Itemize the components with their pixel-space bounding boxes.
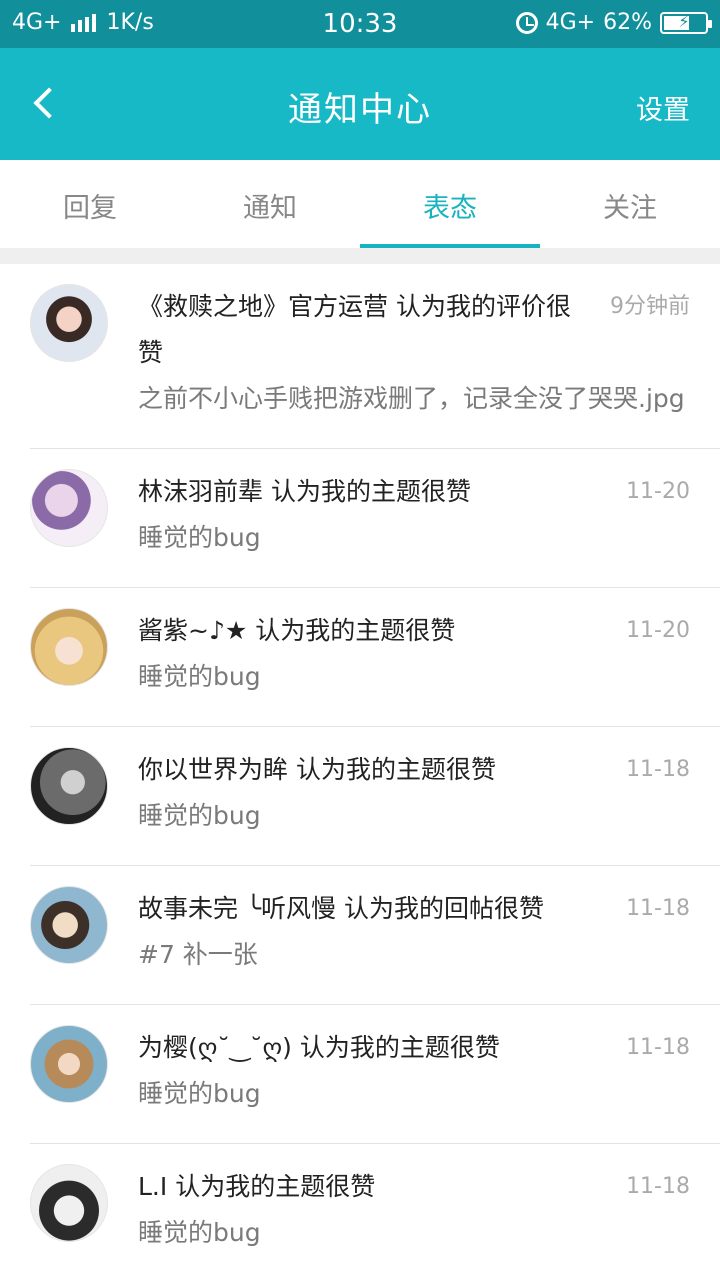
settings-button[interactable]: 设置 [636, 88, 690, 127]
notification-subtitle: #7 补一张 [138, 940, 258, 969]
notification-time: 9分钟前 [610, 294, 690, 319]
notification-subtitle: 睡觉的bug [138, 523, 261, 552]
divider [0, 248, 720, 264]
tab-notice[interactable]: 通知 [180, 160, 360, 248]
notification-text: L.I 认为我的主题很赞 [138, 1172, 376, 1201]
battery-icon: ⚡ [660, 11, 712, 34]
notification-text: 故事未完 ╰听风慢 认为我的回帖很赞 [138, 894, 544, 923]
status-right: 4G+ 62% ⚡ [515, 10, 712, 35]
notification-time: 11-18 [626, 1174, 690, 1199]
notification-subtitle: 之前不小心手贱把游戏删了，记录全没了哭哭.jpg [138, 384, 685, 413]
notification-subtitle: 睡觉的bug [138, 1079, 261, 1108]
avatar[interactable] [30, 469, 108, 547]
list-item[interactable]: L.I 认为我的主题很赞 11-18 睡觉的bug [30, 1144, 720, 1280]
avatar[interactable] [30, 1025, 108, 1103]
status-bar: 4G+ 1K/s 10:33 4G+ 62% ⚡ [0, 0, 720, 48]
charging-icon: ⚡ [678, 11, 690, 31]
tab-bar: 回复 通知 表态 关注 [0, 160, 720, 248]
avatar[interactable] [30, 608, 108, 686]
list-item[interactable]: 林沫羽前辈 认为我的主题很赞 11-20 睡觉的bug [30, 449, 720, 588]
avatar[interactable] [30, 886, 108, 964]
page-title: 通知中心 [288, 90, 432, 130]
avatar[interactable] [30, 284, 108, 362]
notification-text: 为樱(ღ˘‿˘ღ) 认为我的主题很赞 [138, 1033, 500, 1062]
network-type-right: 4G+ [545, 10, 596, 35]
notification-text: 林沫羽前辈 认为我的主题很赞 [138, 477, 471, 506]
notification-text: 酱紫~♪★ 认为我的主题很赞 [138, 616, 456, 645]
tab-reply[interactable]: 回复 [0, 160, 180, 248]
notification-time: 11-18 [626, 1035, 690, 1060]
tab-follow[interactable]: 关注 [540, 160, 720, 248]
list-item[interactable]: 你以世界为眸 认为我的主题很赞 11-18 睡觉的bug [30, 727, 720, 866]
notification-text: 你以世界为眸 认为我的主题很赞 [138, 755, 496, 784]
avatar[interactable] [30, 747, 108, 825]
app-bar: 通知中心 设置 [0, 48, 720, 160]
list-item[interactable]: 故事未完 ╰听风慢 认为我的回帖很赞 11-18 #7 补一张 [30, 866, 720, 1005]
list-item[interactable]: 《救赎之地》官方运营 认为我的评价很赞 9分钟前 之前不小心手贱把游戏删了，记录… [30, 264, 720, 449]
notification-time: 11-20 [626, 479, 690, 504]
notification-time: 11-18 [626, 896, 690, 921]
battery-percent: 62% [603, 10, 652, 35]
avatar[interactable] [30, 1164, 108, 1242]
tab-reactions[interactable]: 表态 [360, 160, 540, 248]
notification-subtitle: 睡觉的bug [138, 662, 261, 691]
alarm-icon [515, 11, 538, 34]
list-item[interactable]: 为樱(ღ˘‿˘ღ) 认为我的主题很赞 11-18 睡觉的bug [30, 1005, 720, 1144]
notification-time: 11-18 [626, 757, 690, 782]
notification-list: 《救赎之地》官方运营 认为我的评价很赞 9分钟前 之前不小心手贱把游戏删了，记录… [0, 264, 720, 1280]
notification-time: 11-20 [626, 618, 690, 643]
notification-subtitle: 睡觉的bug [138, 1218, 261, 1247]
list-item[interactable]: 酱紫~♪★ 认为我的主题很赞 11-20 睡觉的bug [30, 588, 720, 727]
notification-subtitle: 睡觉的bug [138, 801, 261, 830]
notification-text: 《救赎之地》官方运营 认为我的评价很赞 [138, 292, 571, 367]
